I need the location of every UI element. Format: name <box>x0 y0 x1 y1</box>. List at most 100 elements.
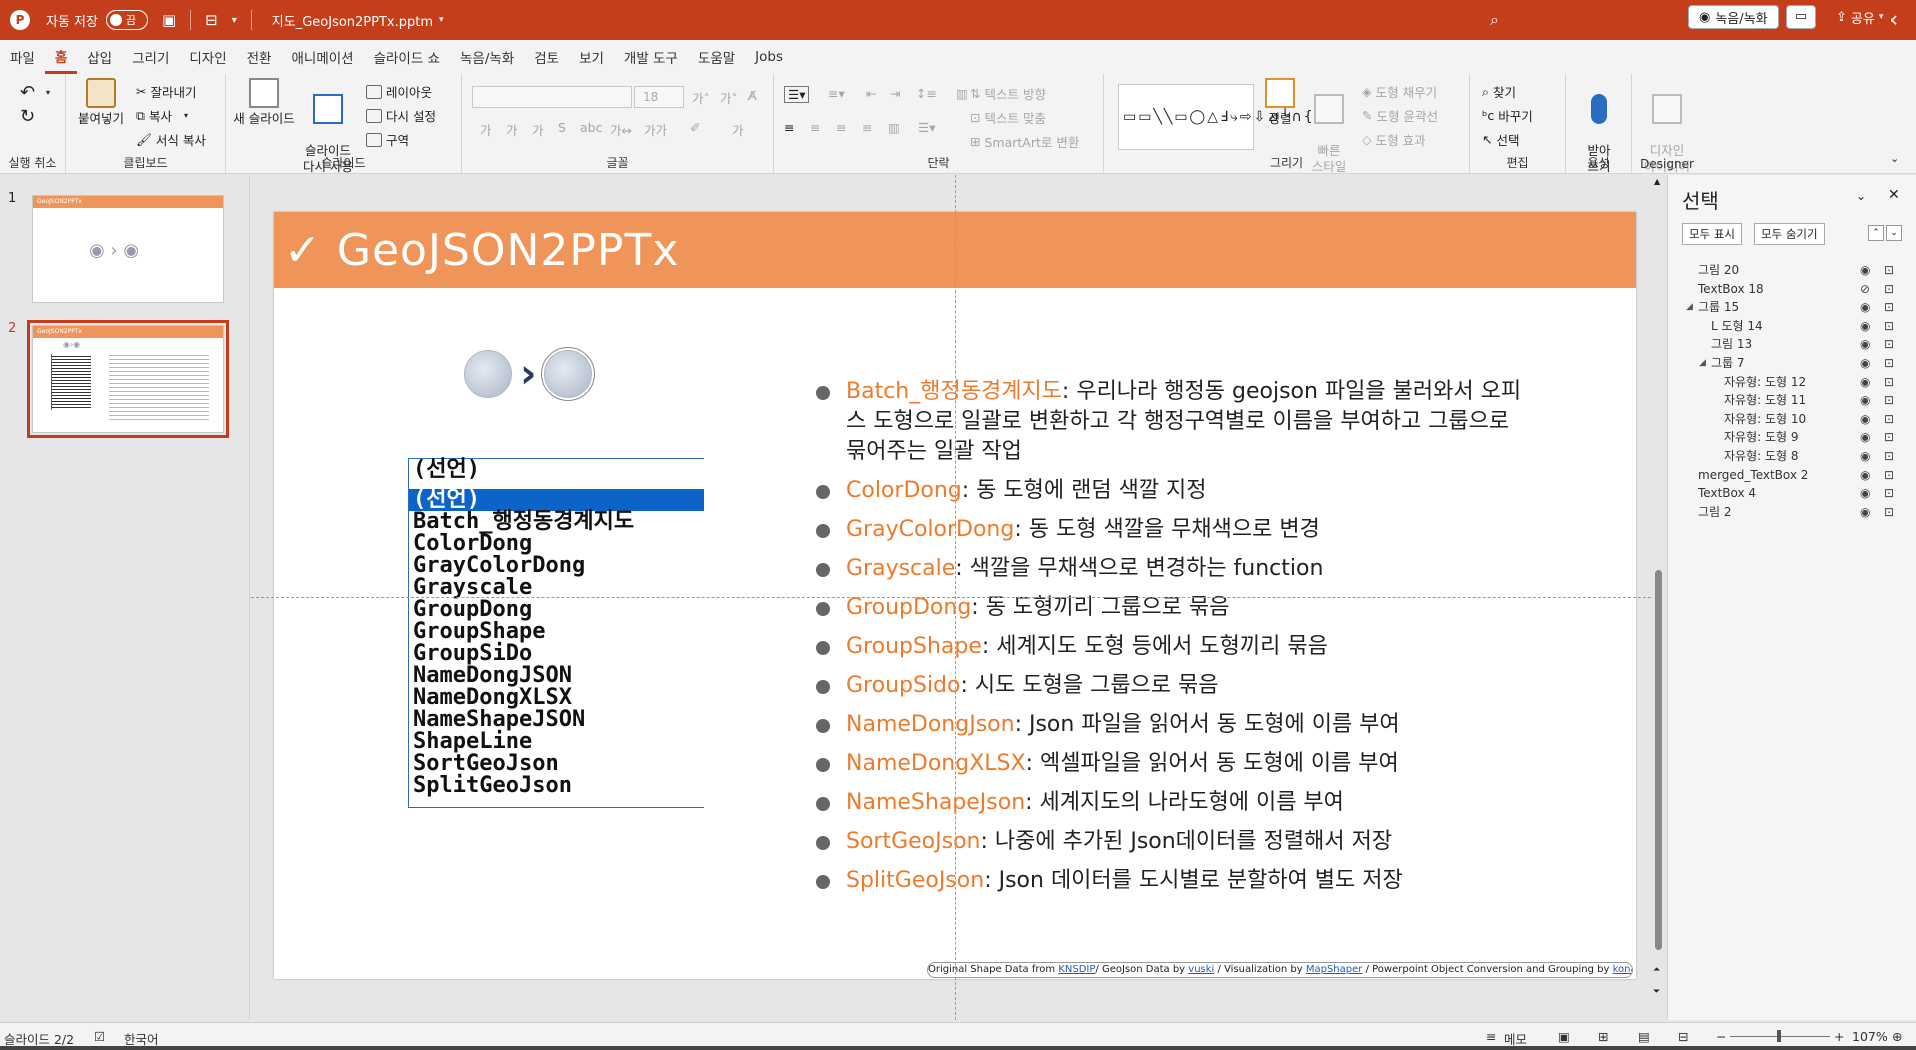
tab-6[interactable]: 애니메이션 <box>281 40 363 74</box>
underline-icon[interactable]: 가 <box>532 120 544 139</box>
shape-outline-button[interactable]: ✎ 도형 윤곽선 <box>1362 106 1438 125</box>
zoom-in-icon[interactable]: + <box>1834 1029 1844 1044</box>
credit-link[interactable]: MapShaper <box>1306 964 1363 975</box>
previous-slide-icon[interactable]: ⏶ <box>1653 965 1660 975</box>
bullet-list[interactable]: Batch_행정동경계지도: 우리나라 행정동 geojson 파일을 불러와서… <box>814 377 1534 905</box>
align-right-icon[interactable]: ≡ <box>836 120 846 135</box>
reading-view-icon[interactable]: ▤ <box>1638 1029 1650 1044</box>
change-case-icon[interactable]: 가가 <box>644 120 667 139</box>
credit-link[interactable]: vuski <box>1188 964 1214 975</box>
close-pane-icon[interactable]: ✕ <box>1888 187 1900 203</box>
paste-button[interactable]: 붙여넣기 <box>76 78 126 127</box>
globe-icon[interactable] <box>541 347 596 401</box>
selection-item-name[interactable]: 그림 2 <box>1698 501 1732 523</box>
globe-icon[interactable] <box>464 350 512 398</box>
hide-all-button[interactable]: 모두 숨기기 <box>1754 223 1825 245</box>
char-spacing-icon[interactable]: 가↔ <box>610 120 632 139</box>
find-button[interactable]: ⌕ 찾기 <box>1482 82 1516 101</box>
cut-button[interactable]: ✂ 잘라내기 <box>136 82 197 101</box>
select-button[interactable]: ↖ 선택 <box>1482 130 1520 149</box>
credit-textbox[interactable]: Original Shape Data from KNSDIP/ GeoJson… <box>927 962 1633 978</box>
new-slide-button[interactable]: 새 슬라이드 <box>232 78 296 127</box>
share-button[interactable]: ⇪ 공유 ▾ <box>1828 5 1892 29</box>
filename-chevron-down-icon[interactable]: ▾ <box>439 15 444 25</box>
autosave-toggle[interactable]: 끔 <box>105 10 148 30</box>
text-direction-button[interactable]: ⇅ 텍스트 방향 <box>970 84 1046 103</box>
strikethrough-icon[interactable]: abc <box>580 120 602 135</box>
selection-item[interactable]: 그림 2 ◉ ⊡ <box>1668 501 1916 523</box>
shape-fill-button[interactable]: ◈ 도형 채우기 <box>1362 82 1437 101</box>
replace-button[interactable]: ᵇc 바꾸기 <box>1482 106 1533 125</box>
present-from-start-icon[interactable]: ⊟ <box>205 11 218 29</box>
redo-icon[interactable]: ↻ <box>20 106 35 127</box>
highlight-icon[interactable]: ✐ <box>690 120 700 135</box>
tab-9[interactable]: 검토 <box>524 40 569 74</box>
layout-button[interactable]: 레이아웃 <box>366 82 432 101</box>
accessibility-icon[interactable]: ☑ <box>94 1029 105 1044</box>
increase-font-size-icon[interactable]: 가˄ <box>692 88 710 107</box>
slide-sorter-icon[interactable]: ⊞ <box>1598 1029 1608 1044</box>
align-center-icon[interactable]: ≡ <box>810 120 820 135</box>
decrease-font-size-icon[interactable]: 가˅ <box>720 88 738 107</box>
numbering-icon[interactable]: ≡▾ <box>828 86 845 101</box>
decrease-indent-icon[interactable]: ⇤ <box>866 86 876 101</box>
shapes-gallery[interactable]: ▭▭╲╲▭◯△Ⅎ⤷⇨⇩⊿╰∩{} <box>1118 84 1324 150</box>
send-backward-icon[interactable]: ⌄ <box>1886 225 1902 241</box>
scrollbar-thumb[interactable] <box>1655 570 1662 950</box>
unlock-icon[interactable]: ⊡ <box>1884 501 1894 523</box>
zoom-slider-thumb[interactable] <box>1777 1030 1781 1042</box>
show-all-button[interactable]: 모두 표시 <box>1682 223 1742 245</box>
horizontal-guide[interactable] <box>251 597 1666 598</box>
smartart-button[interactable]: ⊞ SmartArt로 변환 <box>970 132 1079 151</box>
columns-icon[interactable]: ▥ <box>956 86 968 101</box>
search-icon[interactable]: ⌕ <box>1490 10 1499 30</box>
customize-qat-icon[interactable]: ▾ <box>232 15 237 26</box>
format-painter-button[interactable]: 🖌 서식 복사 <box>136 130 206 149</box>
font-size-dropdown[interactable]: 18 <box>634 86 684 108</box>
credit-link[interactable]: KNSDIP <box>1058 964 1095 975</box>
pane-options-chevron-icon[interactable]: ⌄ <box>1856 189 1866 203</box>
tab-13[interactable]: Jobs <box>745 40 793 74</box>
record-button[interactable]: ◉ 녹음/녹화 <box>1688 5 1779 29</box>
align-text-button[interactable]: ⊡ 텍스트 맞춤 <box>970 108 1046 127</box>
document-filename[interactable]: 지도_GeoJson2PPTx.pptm <box>272 11 433 30</box>
vertical-scrollbar[interactable]: ▲ ⏶ ⏷ <box>1651 175 1666 1020</box>
undo-icon[interactable]: ↶ <box>20 82 35 103</box>
tab-7[interactable]: 슬라이드 쇼 <box>364 40 450 74</box>
scroll-up-icon[interactable]: ▲ <box>1654 177 1660 186</box>
shape-effects-button[interactable]: ◇ 도형 효과 <box>1362 130 1426 149</box>
line-spacing-icon[interactable]: ↕≡ <box>916 86 937 101</box>
undo-chevron-down-icon[interactable]: ▾ <box>46 88 50 97</box>
slideshow-icon[interactable]: ⊟ <box>1678 1029 1688 1044</box>
tab-5[interactable]: 전환 <box>237 40 282 74</box>
font-color-icon[interactable]: 가 <box>732 120 744 139</box>
shadow-icon[interactable]: S <box>558 120 566 135</box>
fit-to-window-icon[interactable]: ⊕ <box>1892 1029 1902 1044</box>
zoom-level[interactable]: 107% <box>1852 1029 1888 1044</box>
tab-8[interactable]: 녹음/녹화 <box>450 40 524 74</box>
tab-12[interactable]: 도움말 <box>688 40 745 74</box>
bullets-icon[interactable]: ☰▾ <box>784 86 810 103</box>
tab-2[interactable]: 삽입 <box>77 40 122 74</box>
tab-3[interactable]: 그리기 <box>122 40 179 74</box>
zoom-out-icon[interactable]: − <box>1716 1029 1726 1044</box>
tab-10[interactable]: 보기 <box>569 40 614 74</box>
tab-4[interactable]: 디자인 <box>179 40 236 74</box>
next-slide-icon[interactable]: ⏷ <box>1653 987 1660 997</box>
font-family-dropdown[interactable] <box>472 86 632 108</box>
procedure-listbox-image[interactable]: (선언) (선언) Batch_행정동경계지도 ColorDong GrayColorD… <box>408 458 704 808</box>
tab-1[interactable]: 홈 <box>44 40 78 74</box>
globe-graphic-group[interactable]: › <box>464 347 596 401</box>
clear-formatting-icon[interactable]: A̸ <box>748 88 757 103</box>
column-options-icon[interactable]: ☰▾ <box>918 120 935 135</box>
reset-button[interactable]: 다시 설정 <box>366 106 436 125</box>
notes-icon[interactable]: ≡ <box>1486 1029 1496 1044</box>
ribbon-expand-chevron-icon[interactable]: ⌄ <box>1890 152 1899 165</box>
slide-thumbnail-2[interactable]: GeoJSON2PPTx ◉›◉ <box>27 320 229 438</box>
align-left-icon[interactable]: ≡ <box>784 120 794 135</box>
copy-button[interactable]: ⧉ 복사 ▾ <box>136 106 188 125</box>
justify-icon[interactable]: ≡ <box>862 120 872 135</box>
italic-icon[interactable]: 가 <box>506 120 518 139</box>
distribute-icon[interactable]: ▥ <box>888 120 900 135</box>
tab-0[interactable]: 파일 <box>0 40 45 74</box>
